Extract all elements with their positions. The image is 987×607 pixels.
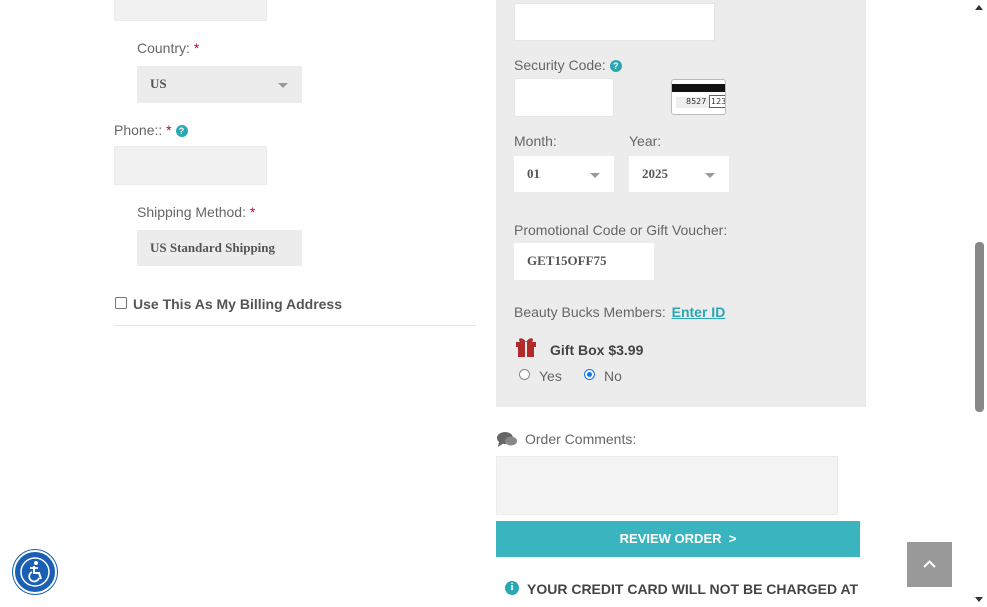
shipping-method-value: US Standard Shipping: [150, 240, 276, 255]
phone-input[interactable]: [114, 146, 267, 185]
order-comments-label: Order Comments:: [525, 431, 637, 447]
credit-card-cvv-icon: 8527 123: [671, 79, 726, 115]
scrollbar-thumb[interactable]: [975, 242, 984, 412]
card-digits: 8527: [686, 97, 707, 106]
enter-id-link[interactable]: Enter ID: [672, 304, 726, 320]
address-field-bottom[interactable]: [114, 0, 267, 21]
country-label: Country: *: [137, 40, 200, 56]
info-icon: i: [505, 581, 519, 595]
month-select-value: 01: [527, 166, 540, 181]
gift-icon: [515, 336, 537, 357]
gift-box-no-label[interactable]: No: [604, 368, 622, 384]
shipping-method-label: Shipping Method: *: [137, 204, 256, 220]
card-number-input[interactable]: [514, 3, 715, 41]
comments-icon: [496, 431, 518, 453]
chevron-down-icon: [705, 173, 715, 178]
year-select[interactable]: 2025: [629, 156, 729, 192]
divider: [114, 325, 476, 326]
promo-code-value: GET15OFF75: [527, 253, 607, 268]
review-order-label: REVIEW ORDER >: [619, 531, 737, 546]
order-comments-textarea[interactable]: [496, 456, 838, 515]
country-select-value: US: [150, 76, 167, 91]
card-cvv: 123: [709, 95, 725, 108]
gift-box-no-radio[interactable]: [584, 369, 595, 380]
promo-code-input[interactable]: GET15OFF75: [514, 243, 654, 280]
chevron-down-icon: [278, 83, 288, 88]
credit-card-notice: YOUR CREDIT CARD WILL NOT BE CHARGED AT: [527, 581, 859, 597]
year-label: Year:: [629, 133, 662, 149]
beauty-bucks-row: Beauty Bucks Members: Enter ID: [514, 304, 725, 320]
billing-address-label[interactable]: Use This As My Billing Address: [133, 296, 342, 312]
gift-box-yes-radio[interactable]: [519, 369, 530, 380]
security-code-input[interactable]: [514, 78, 614, 117]
shipping-method-select[interactable]: US Standard Shipping: [137, 230, 302, 266]
billing-address-checkbox[interactable]: [115, 297, 127, 309]
security-code-label: Security Code: ?: [514, 57, 622, 73]
help-icon[interactable]: ?: [175, 125, 188, 137]
gift-box-yes-label[interactable]: Yes: [539, 368, 562, 384]
phone-label: Phone:: * ?: [114, 122, 188, 138]
accessibility-button[interactable]: [13, 550, 57, 594]
gift-box-label: Gift Box $3.99: [550, 342, 644, 358]
scroll-up-arrow[interactable]: [975, 5, 983, 10]
chevron-down-icon: [590, 173, 600, 178]
promo-code-label: Promotional Code or Gift Voucher:: [514, 222, 728, 238]
chevron-up-icon: [923, 560, 936, 568]
help-icon[interactable]: ?: [609, 60, 622, 72]
scroll-down-arrow[interactable]: [975, 597, 983, 602]
month-label: Month:: [514, 133, 557, 149]
country-select[interactable]: US: [137, 66, 302, 103]
review-order-button[interactable]: REVIEW ORDER >: [496, 521, 860, 557]
back-to-top-button[interactable]: [907, 542, 952, 587]
accessibility-icon: [20, 557, 50, 587]
year-select-value: 2025: [642, 166, 668, 181]
month-select[interactable]: 01: [514, 156, 614, 192]
beauty-bucks-label: Beauty Bucks Members:: [514, 304, 666, 320]
